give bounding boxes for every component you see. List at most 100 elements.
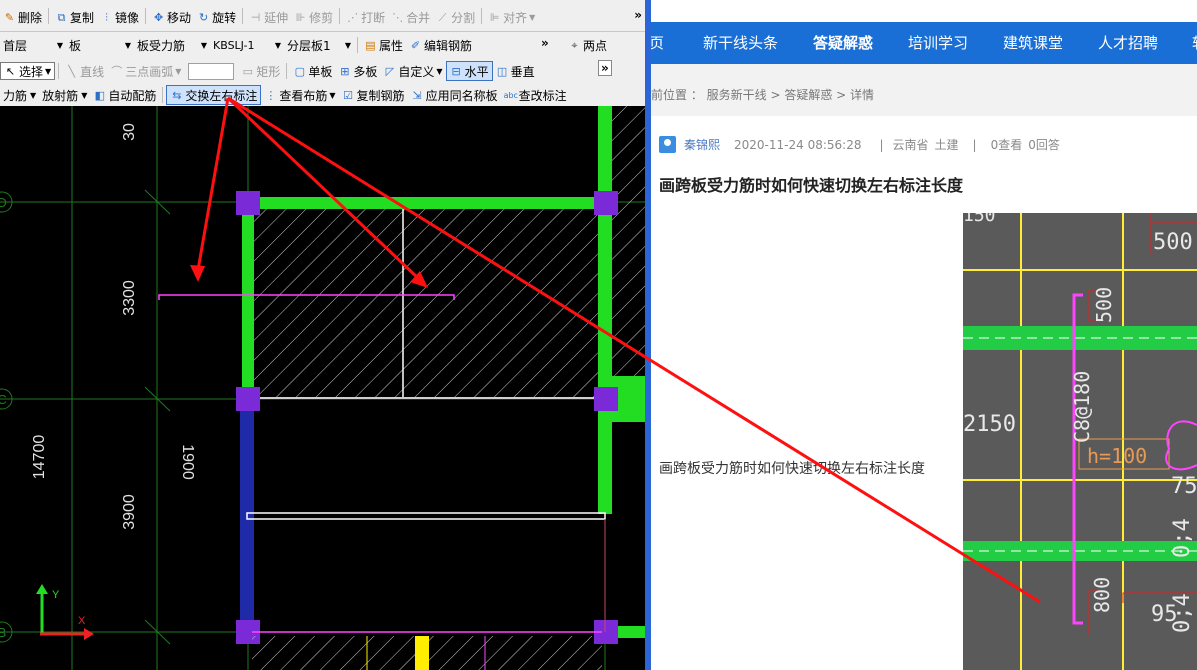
rectangle-tool[interactable]: ▭ 矩形 — [238, 61, 283, 81]
rebar-toolbar: 力筋 ▼ 放射筋 ▼ ◧ 自动配筋 ⇆ 交换左右标注 ⋮ 查看布筋 ▼ ☑ 复制钢筋 ⇲ 应用同… — [0, 84, 648, 107]
attachment-label: 800 — [1090, 577, 1114, 613]
toolbar-divider — [58, 63, 60, 79]
two-points-button[interactable]: ⌖ 两点 — [565, 35, 610, 55]
axis-y-label: Y — [52, 589, 60, 601]
nav-item-home[interactable]: 页 — [651, 22, 664, 64]
custom-button[interactable]: ◸ 自定义 ▼ — [380, 61, 445, 81]
component-type-select[interactable]: 板受力筋 ▼ — [134, 35, 210, 55]
select-tool[interactable]: ↖ 选择 ▼ — [0, 62, 56, 80]
single-slab-button[interactable]: ▢ 单板 — [290, 61, 335, 81]
modify-label-button[interactable]: abc 查改标注 — [501, 85, 570, 105]
mirror-button[interactable]: ⫶ 镜像 — [97, 8, 142, 26]
toolbar-divider — [357, 37, 358, 53]
attachment-label: C8@180 — [1070, 371, 1094, 443]
question-body: 画跨板受力筋时如何快速切换左右标注长度 — [659, 461, 925, 477]
toolbar-divider — [286, 63, 288, 79]
line-icon: ╲ — [68, 64, 75, 78]
breadcrumb-bar: 前位置 ： 服务新干线 > 答疑解惑 > 详情 — [651, 64, 1197, 116]
horizontal-button[interactable]: ⊟ 水平 — [445, 61, 493, 81]
copy-icon: ⧉ — [57, 10, 66, 24]
page-top-strip — [651, 0, 1197, 22]
move-button[interactable]: ✥ 移动 — [149, 8, 194, 26]
apply-icon: ⇲ — [412, 88, 422, 102]
align-icon: ⊫ — [489, 10, 500, 24]
rotate-icon: ↻ — [198, 10, 209, 24]
author-link[interactable]: 秦锦熙 — [684, 136, 720, 153]
nav-item-software[interactable]: 软 — [1192, 22, 1197, 64]
attachment-label: 0;4 — [1170, 518, 1195, 558]
vertical-button[interactable]: ◫ 垂直 — [493, 61, 538, 81]
merge-button[interactable]: ⋱ 合并 — [388, 8, 433, 26]
avatar[interactable] — [659, 136, 676, 153]
view-layout-button[interactable]: ⋮ 查看布筋 ▼ — [261, 85, 338, 105]
custom-shape-icon: ◸ — [385, 64, 395, 78]
copy-button[interactable]: ⧉ 复制 — [52, 8, 97, 26]
split-button[interactable]: ⟋ 分割 — [433, 8, 478, 26]
chevron-down-icon: ▼ — [529, 12, 536, 22]
align-dropdown[interactable]: ⊫ 对齐 ▼ — [485, 8, 538, 26]
nav-item-headlines[interactable]: 新干线头条 — [703, 22, 778, 64]
dimension-label: 14700 — [31, 435, 48, 480]
properties-button[interactable]: ▤ 属性 — [361, 35, 406, 55]
swap-left-right-labels-button[interactable]: ⇆ 交换左右标注 — [166, 85, 262, 105]
toolbar-overflow-icon[interactable]: » — [634, 8, 642, 22]
axis-label-c: C — [0, 392, 7, 407]
main-nav: 页 新干线头条 答疑解惑 培训学习 建筑课堂 人才招聘 软 — [651, 22, 1197, 64]
extend-button[interactable]: ⊣ 延伸 — [246, 8, 291, 26]
radial-rebar-dropdown[interactable]: 放射筋 ▼ — [39, 85, 90, 105]
trade: 土建 — [934, 138, 959, 152]
nav-item-classroom[interactable]: 建筑课堂 — [1003, 22, 1063, 64]
floor-select[interactable]: 首层 ▼ — [0, 35, 66, 55]
dimension-label: 3300 — [121, 280, 138, 316]
mirror-icon: ⫶ — [105, 10, 108, 24]
auto-rebar-button[interactable]: ◧ 自动配筋 — [90, 85, 159, 105]
split-icon: ⟋ — [438, 10, 447, 24]
axis-label-b: B — [0, 625, 6, 640]
break-button[interactable]: ⋰ 打断 — [343, 8, 388, 26]
eraser-icon: ✎ — [4, 10, 15, 24]
chevron-down-icon: ▼ — [124, 40, 131, 50]
apply-same-name-button[interactable]: ⇲ 应用同名称板 — [408, 85, 501, 105]
meta-separator: | — [972, 137, 977, 152]
nav-item-training[interactable]: 培训学习 — [908, 22, 968, 64]
component-toolbar: 首层 ▼ 板 ▼ 板受力筋 ▼ KBSLJ-1 ▼ 分层板1 ▼ ▤ 属性 ✐ 编辑钢筋 » … — [0, 32, 648, 59]
nav-item-qa[interactable]: 答疑解惑 — [813, 22, 873, 64]
question-attachment-image[interactable]: 150 500 500 2150 C8@180 h=100 75 0;4 800… — [963, 213, 1197, 670]
delete-button[interactable]: ✎ 删除 — [0, 8, 45, 26]
toolbar-divider — [145, 8, 147, 24]
layer-select[interactable]: 分层板1 ▼ — [284, 35, 354, 55]
nav-item-jobs[interactable]: 人才招聘 — [1098, 22, 1158, 64]
hatched-slab[interactable] — [250, 207, 602, 397]
category-select[interactable]: 板 ▼ — [66, 35, 134, 55]
line-tool[interactable]: ╲ 直线 — [62, 61, 107, 81]
region: 云南省 — [892, 138, 929, 152]
single-slab-icon: ▢ — [294, 64, 306, 78]
adjacent-slab — [612, 106, 648, 376]
edit-rebar-button[interactable]: ✐ 编辑钢筋 — [406, 35, 475, 55]
attachment-label: 500 — [1092, 287, 1116, 323]
swap-labels-icon: ⇆ — [172, 88, 182, 102]
toolbar-overflow-icon[interactable]: » — [598, 60, 612, 76]
arc-mode-select[interactable] — [188, 62, 235, 80]
qa-web-page: 页 新干线头条 答疑解惑 培训学习 建筑课堂 人才招聘 软 前位置 ： 服务新干… — [651, 0, 1197, 670]
chevron-down-icon: ▼ — [200, 40, 207, 50]
component-name-select[interactable]: KBSLJ-1 ▼ — [210, 35, 284, 55]
edit-rebar-icon: ✐ — [410, 38, 421, 52]
drawing-canvas[interactable]: D C B 30 3300 14700 1900 3900 Y X — [0, 106, 648, 670]
stress-rebar-dropdown[interactable]: 力筋 ▼ — [0, 85, 39, 105]
multi-slab-icon: ⊞ — [340, 64, 350, 78]
copy-rebar-button[interactable]: ☑ 复制钢筋 — [339, 85, 408, 105]
rotate-button[interactable]: ↻ 旋转 — [194, 8, 239, 26]
toolbar-overflow-icon[interactable]: » — [541, 36, 549, 50]
copy-rebar-icon: ☑ — [343, 88, 353, 102]
attachment-label: 2150 — [963, 412, 1016, 437]
cad-application: ✎ 删除 ⧉ 复制 ⫶ 镜像 ✥ 移动 ↻ 旋转 ⊣ 延伸 ⊪ 修剪 ⋰ 打断 ⋱ 合并 ⟋ 分割 … — [0, 0, 648, 670]
axis-label-d: D — [0, 195, 7, 210]
extend-icon: ⊣ — [250, 10, 261, 24]
multi-slab-button[interactable]: ⊞ 多板 — [335, 61, 380, 81]
trim-button[interactable]: ⊪ 修剪 — [291, 8, 336, 26]
three-point-arc-tool[interactable]: ⌒ 三点画弧 ▼ — [107, 61, 184, 81]
axis-x-label: X — [78, 615, 86, 627]
chevron-down-icon: ▼ — [436, 66, 443, 76]
trim-icon: ⊪ — [295, 10, 306, 24]
